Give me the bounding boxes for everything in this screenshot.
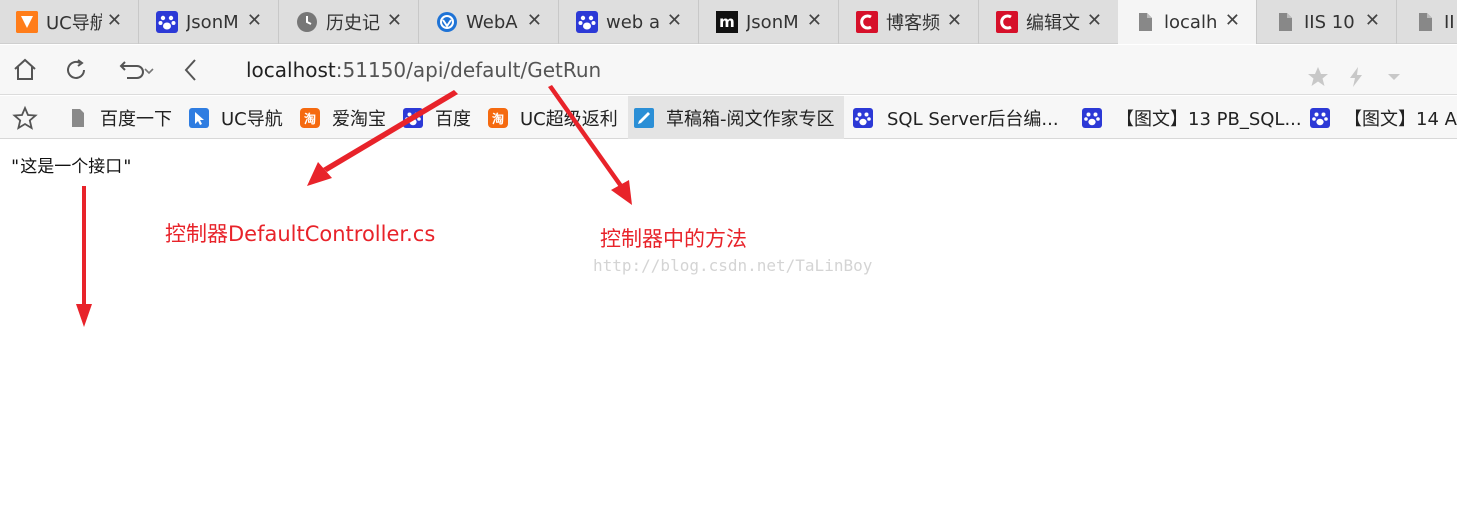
tab-iis[interactable]: IIS 10 ✕ [1258,0,1397,44]
bookmark-pb-sql[interactable]: 【图文】13 PB_SQL... [1082,96,1302,139]
tab-title: 历史记 [326,13,380,34]
csdn-c-icon [996,11,1018,33]
tab-web-a[interactable]: web a ✕ [560,0,699,44]
tab-close-icon[interactable]: ✕ [1087,10,1102,31]
tab-strip: UC导航 ✕ JsonM ✕ 历史记 ✕ WebA ✕ web a ✕ m Js… [0,0,1457,44]
baidu-paw-icon [576,11,598,33]
page-icon [1274,11,1296,33]
tab-jsonm-2[interactable]: m JsonM ✕ [700,0,839,44]
tab-title: 编辑文 [1026,13,1080,34]
undo-close-tab-icon[interactable] [115,55,159,85]
tab-localhost[interactable]: localh ✕ [1118,0,1257,44]
arrow-to-response [76,186,92,327]
url-host: localhost [246,58,336,82]
dropdown-arrow-icon[interactable] [1382,65,1406,93]
clock-icon [296,11,318,33]
tab-title: IIS 10 [1304,11,1355,33]
tab-close-icon[interactable]: ✕ [247,10,262,31]
baidu-paw-icon [156,11,178,33]
page-icon [68,108,88,128]
taobao-icon: 淘 [300,107,320,128]
baidu-paw-icon [853,107,873,128]
tab-title: JsonM [746,11,799,33]
bookmark-label: 草稿箱-阅文作家专区 [666,108,835,130]
tab-edit[interactable]: 编辑文 ✕ [980,0,1119,44]
tab-close-icon[interactable]: ✕ [947,10,962,31]
tab-title: UC导航 [46,13,102,34]
tab-title: localh [1164,11,1218,33]
page-icon [1414,11,1436,33]
tab-blog[interactable]: 博客频 ✕ [840,0,979,44]
svg-text:淘: 淘 [304,111,316,126]
uc-cursor-icon [189,107,209,128]
bookmark-baidu-search[interactable]: 百度一下 [68,96,172,139]
bookmarks-bar: 百度一下 UC导航 淘 爱淘宝 百度 淘 UC超级返利 草稿箱-阅文作家专区 S… [0,96,1457,139]
bookmark-label: SQL Server后台编... [887,108,1059,130]
bookmark-label: 【图文】14 AS [1344,108,1457,130]
baidu-paw-icon [1082,107,1102,128]
bookmark-star-icon[interactable] [12,96,38,139]
address-toolbar: localhost:51150/api/default/GetRun [0,45,1457,95]
tab-webapi[interactable]: WebA ✕ [420,0,559,44]
tab-title: web a [606,11,660,33]
api-response-text: "这是一个接口" [10,157,133,177]
url-path: :51150/api/default/GetRun [335,58,602,82]
uc-icon [16,11,38,33]
home-icon[interactable] [10,55,40,85]
tab-close-icon[interactable]: ✕ [527,10,542,31]
bookmark-label: 百度 [435,108,471,130]
webapi-icon [436,11,458,33]
address-actions [1306,65,1406,93]
tab-close-icon[interactable]: ✕ [387,10,402,31]
bookmark-ai-taobao[interactable]: 淘 爱淘宝 [300,96,386,139]
tab-close-icon[interactable]: ✕ [107,10,122,31]
svg-text:淘: 淘 [492,111,504,126]
tab-ii[interactable]: II [1398,0,1457,44]
bookmark-label: 百度一下 [100,108,172,130]
watermark: http://blog.csdn.net/TaLinBoy [593,256,873,275]
tab-uc-nav[interactable]: UC导航 ✕ [0,0,139,44]
svg-text:m: m [719,13,735,31]
bookmark-sql-server[interactable]: SQL Server后台编... [853,96,1059,139]
bookmark-label: UC超级返利 [520,108,618,130]
back-icon[interactable] [176,55,206,85]
bookmark-uc-nav[interactable]: UC导航 [189,96,283,139]
star-icon[interactable] [1306,65,1330,93]
tab-close-icon[interactable]: ✕ [1225,10,1240,31]
tab-close-icon[interactable]: ✕ [667,10,682,31]
tab-history[interactable]: 历史记 ✕ [280,0,419,44]
bookmark-as[interactable]: 【图文】14 AS [1310,96,1457,139]
tab-jsonm[interactable]: JsonM ✕ [140,0,279,44]
tab-title: WebA [466,11,518,33]
baidu-paw-icon [1310,107,1330,128]
address-field[interactable]: localhost:51150/api/default/GetRun [230,51,1436,89]
lightning-icon[interactable] [1344,65,1368,93]
m-icon: m [716,11,738,33]
bookmark-baidu[interactable]: 百度 [403,96,471,139]
reload-icon[interactable] [61,55,91,85]
taobao-icon: 淘 [488,107,508,128]
bookmark-drafts[interactable]: 草稿箱-阅文作家专区 [628,96,844,139]
bookmark-label: UC导航 [221,108,283,130]
tab-title: JsonM [186,11,239,33]
method-annotation: 控制器中的方法 [600,227,747,251]
tab-title: 博客频 [886,13,940,34]
baidu-paw-icon [403,107,423,128]
bookmark-uc-rebate[interactable]: 淘 UC超级返利 [488,96,618,139]
pen-icon [634,107,654,128]
bookmark-label: 爱淘宝 [332,108,386,130]
tab-title: II [1444,11,1455,33]
browser-window: UC导航 ✕ JsonM ✕ 历史记 ✕ WebA ✕ web a ✕ m Js… [0,0,1457,510]
bookmark-label: 【图文】13 PB_SQL... [1116,108,1302,130]
controller-annotation: 控制器DefaultController.cs [165,222,436,246]
csdn-c-icon [856,11,878,33]
tab-close-icon[interactable]: ✕ [1365,10,1380,31]
tab-close-icon[interactable]: ✕ [807,10,822,31]
page-icon [1134,11,1156,33]
